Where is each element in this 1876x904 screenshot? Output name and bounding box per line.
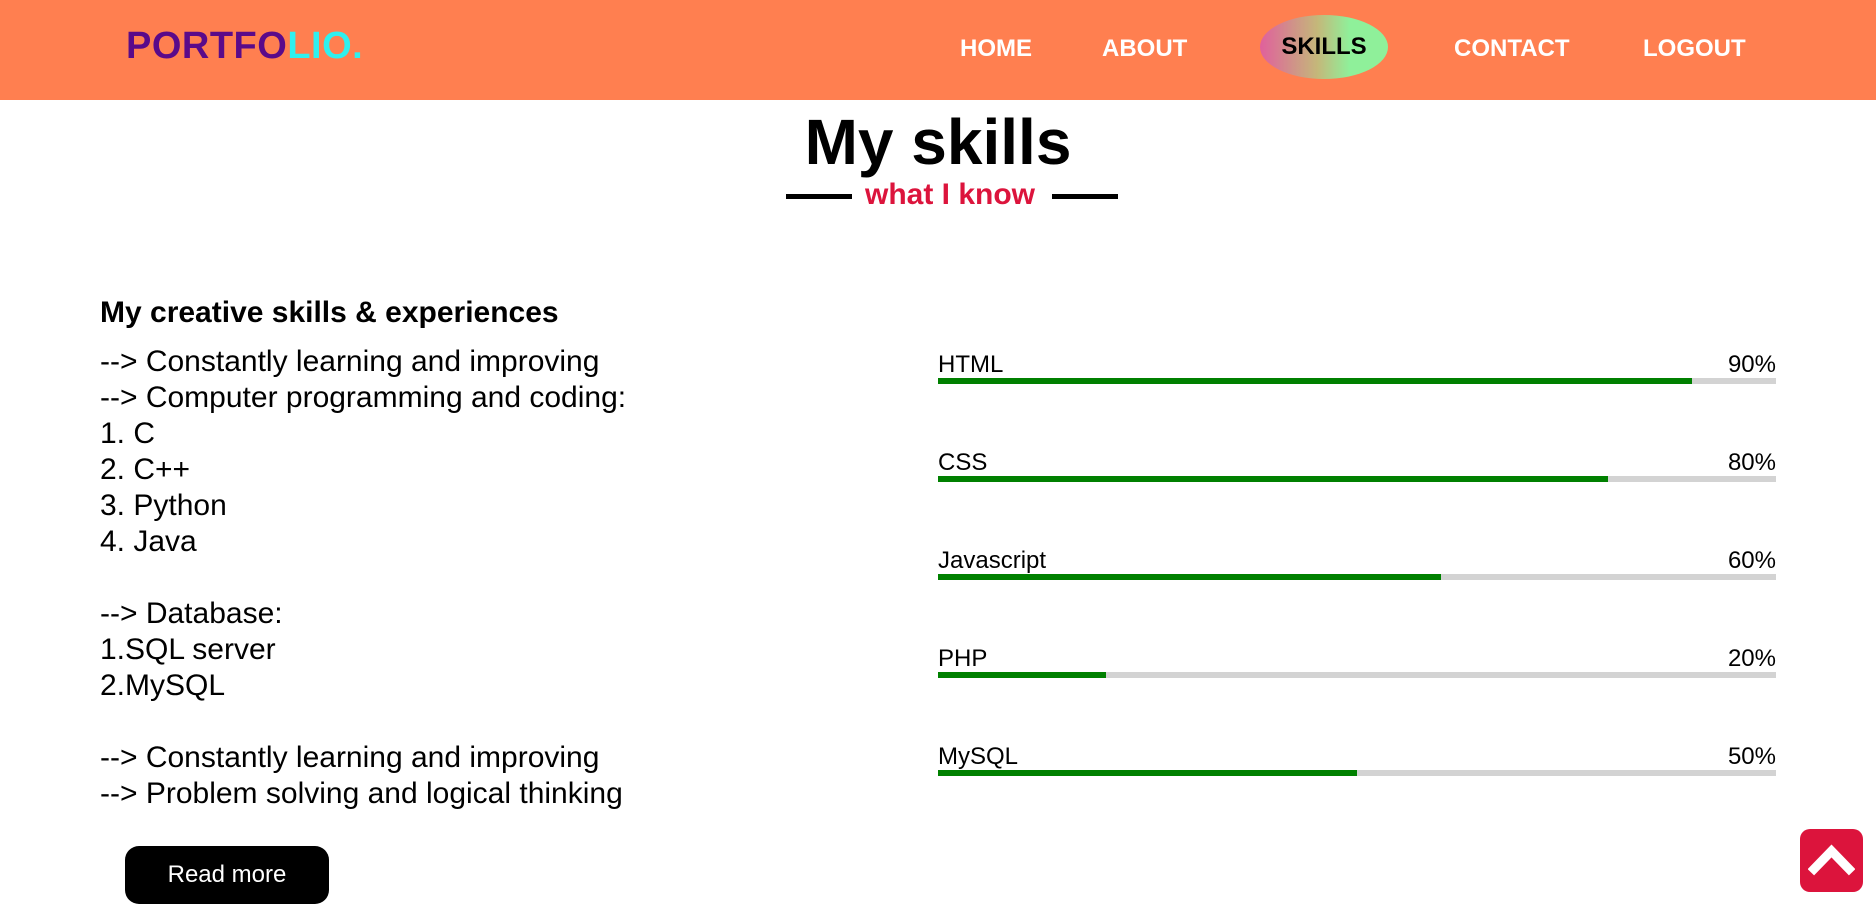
scroll-to-top-button[interactable] [1800,829,1863,892]
skill-percent: 50% [1727,743,1776,770]
page-title: My skills [804,106,1072,178]
nav-home[interactable]: HOME [960,34,1032,64]
skill-percent: 90% [1727,351,1776,378]
nav-about[interactable]: ABOUT [1102,34,1187,64]
skill-html: HTML 90% [938,344,1776,442]
skill-name: MySQL [938,743,1019,770]
intro-heading: My creative skills & experiences [100,296,559,329]
progress-fill [938,378,1693,384]
skill-mysql: MySQL 50% [938,736,1776,834]
nav-contact[interactable]: CONTACT [1454,34,1570,64]
page-subtitle: what I know [864,178,1035,211]
progress-fill [938,770,1357,776]
progress-track [938,574,1776,580]
subtitle-line-right [1052,194,1118,199]
skill-css: CSS 80% [938,442,1776,540]
skill-javascript: Javascript 60% [938,540,1776,638]
nav-skills[interactable]: SKILLS [1260,15,1388,79]
intro-line [100,560,860,596]
intro-line: --> Constantly learning and improving [100,741,600,774]
progress-track [938,378,1776,384]
intro-line: 1.SQL server [100,633,276,666]
progress-track [938,672,1776,678]
progress-track [938,770,1776,776]
nav-logout[interactable]: LOGOUT [1643,34,1746,64]
skill-percent: 20% [1727,645,1776,672]
skill-percent: 80% [1727,449,1776,476]
intro-line: --> Database: [100,597,283,630]
intro-line: --> Computer programming and coding: [100,381,627,414]
logo[interactable]: PORTFOLIO. [126,25,363,68]
chevron-up-icon [1808,844,1855,876]
progress-fill [938,476,1609,482]
skill-percent: 60% [1727,547,1776,574]
skills-description: My creative skills & experiences --> Con… [100,290,860,812]
read-more-button[interactable]: Read more [125,846,329,904]
intro-line: --> Problem solving and logical thinking [100,777,623,810]
skill-name: PHP [938,645,988,672]
skill-bars: HTML 90% CSS 80% Javascript 60% PHP 20% … [938,344,1776,834]
skill-name: HTML [938,351,1004,378]
intro-line: 4. Java [100,525,197,558]
progress-fill [938,672,1106,678]
logo-part2: LIO. [287,25,364,67]
intro-line: 2.MySQL [100,669,226,702]
skill-php: PHP 20% [938,638,1776,736]
intro-lines: --> Constantly learning and improving --… [100,344,860,812]
navbar: PORTFOLIO. HOME ABOUT SKILLS CONTACT LOG… [0,0,1876,100]
intro-line: 1. C [100,417,156,450]
logo-part1: PORTFO [126,25,288,67]
skill-name: CSS [938,449,988,476]
progress-fill [938,574,1441,580]
skill-name: Javascript [938,547,1047,574]
intro-line: --> Constantly learning and improving [100,345,600,378]
intro-line: 3. Python [100,489,227,522]
intro-line: 2. C++ [100,453,191,486]
intro-line [100,704,860,740]
progress-track [938,476,1776,482]
